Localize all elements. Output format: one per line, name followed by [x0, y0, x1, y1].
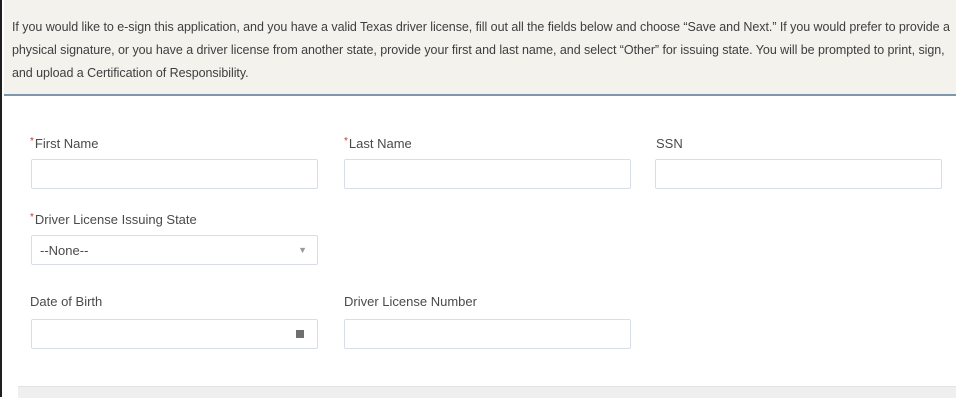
required-marker: * — [30, 136, 34, 147]
calendar-icon[interactable] — [296, 330, 304, 338]
form-footer-divider — [18, 386, 956, 398]
ssn-input[interactable] — [655, 159, 942, 189]
signer-form: *First Name *Last Name SSN *Driver Licen… — [4, 96, 956, 397]
license-state-select[interactable]: --None-- ▼ — [31, 235, 318, 265]
ssn-label: SSN — [656, 136, 683, 151]
instructions-text: If you would like to e-sign this applica… — [12, 20, 950, 80]
dob-input[interactable] — [31, 319, 318, 349]
first-name-input[interactable] — [31, 159, 318, 189]
required-marker: * — [30, 212, 34, 223]
license-number-input[interactable] — [344, 319, 631, 349]
first-name-label: *First Name — [30, 136, 99, 151]
instructions-panel: If you would like to e-sign this applica… — [4, 0, 956, 96]
license-number-label: Driver License Number — [344, 294, 477, 309]
license-state-label: *Driver License Issuing State — [30, 212, 197, 227]
dob-label: Date of Birth — [30, 294, 103, 309]
license-state-selected: --None-- — [40, 243, 89, 258]
last-name-label: *Last Name — [344, 136, 412, 151]
page-frame: If you would like to e-sign this applica… — [0, 0, 956, 398]
required-marker: * — [344, 136, 348, 147]
last-name-input[interactable] — [344, 159, 631, 189]
chevron-down-icon: ▼ — [298, 245, 307, 255]
